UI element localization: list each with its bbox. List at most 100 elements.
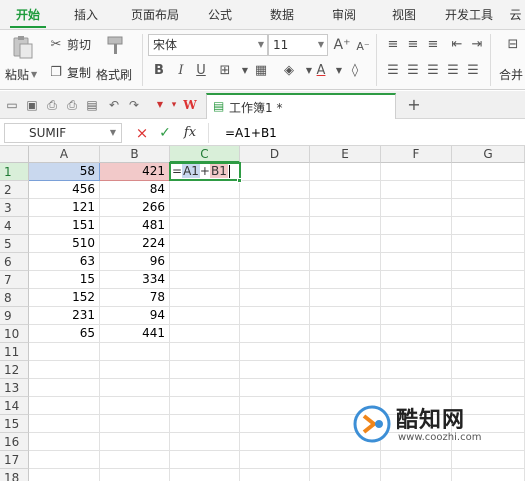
font-size-select[interactable]: 11 ▼	[268, 34, 328, 56]
row-header[interactable]: 11	[0, 343, 29, 361]
table-cell[interactable]	[310, 361, 381, 379]
column-header[interactable]: E	[310, 146, 381, 163]
column-header[interactable]: F	[381, 146, 452, 163]
row-header[interactable]: 16	[0, 433, 29, 451]
table-cell[interactable]	[452, 325, 525, 343]
row-header[interactable]: 3	[0, 199, 29, 217]
table-cell[interactable]	[452, 307, 525, 325]
table-cell[interactable]	[240, 217, 310, 235]
font-color-icon[interactable]: A	[312, 62, 330, 80]
distributed-icon[interactable]: ☰	[464, 62, 482, 80]
borders-icon[interactable]: ⊞	[216, 62, 234, 80]
table-cell[interactable]	[240, 433, 310, 451]
table-cell[interactable]	[170, 325, 240, 343]
table-cell[interactable]: 421	[100, 163, 170, 181]
fill-color-icon[interactable]: ◈	[280, 62, 298, 80]
table-cell[interactable]	[240, 469, 310, 481]
name-box[interactable]: SUMIF ▼	[4, 123, 122, 143]
table-cell[interactable]	[240, 325, 310, 343]
table-cell[interactable]	[381, 163, 452, 181]
table-cell[interactable]	[170, 199, 240, 217]
chevron-down-icon[interactable]: ▾	[166, 97, 182, 113]
row-header[interactable]: 12	[0, 361, 29, 379]
table-cell[interactable]	[240, 379, 310, 397]
tab-insert[interactable]: 插入	[64, 0, 108, 30]
table-cell[interactable]	[310, 163, 381, 181]
table-cell[interactable]	[170, 397, 240, 415]
table-cell[interactable]	[310, 271, 381, 289]
align-left-icon[interactable]: ☰	[384, 62, 402, 80]
italic-button[interactable]: I	[172, 62, 190, 80]
align-top-icon[interactable]: ≡	[384, 36, 402, 54]
table-cell[interactable]	[240, 289, 310, 307]
table-cell[interactable]	[381, 307, 452, 325]
table-cell[interactable]	[452, 181, 525, 199]
decrease-font-icon[interactable]: A⁻	[354, 38, 372, 56]
table-cell[interactable]: 481	[100, 217, 170, 235]
table-cell[interactable]	[310, 379, 381, 397]
table-cell[interactable]	[381, 343, 452, 361]
row-header[interactable]: 8	[0, 289, 29, 307]
table-cell[interactable]	[452, 469, 525, 481]
table-cell[interactable]	[240, 415, 310, 433]
table-cell[interactable]	[29, 415, 100, 433]
font-name-select[interactable]: 宋体 ▼	[148, 34, 268, 56]
table-cell[interactable]: 456	[29, 181, 100, 199]
table-cell[interactable]: 266	[100, 199, 170, 217]
tab-review[interactable]: 审阅	[322, 0, 366, 30]
table-cell[interactable]: 96	[100, 253, 170, 271]
table-cell[interactable]: 63	[29, 253, 100, 271]
table-cell[interactable]	[452, 343, 525, 361]
table-cell[interactable]	[452, 289, 525, 307]
row-header[interactable]: 5	[0, 235, 29, 253]
table-cell[interactable]	[381, 235, 452, 253]
table-cell[interactable]: 152	[29, 289, 100, 307]
table-cell[interactable]	[381, 451, 452, 469]
increase-font-icon[interactable]: A⁺	[333, 36, 351, 54]
cancel-icon[interactable]: ×	[134, 123, 150, 143]
table-cell[interactable]	[381, 199, 452, 217]
column-header[interactable]: B	[100, 146, 170, 163]
clear-format-icon[interactable]: ◊	[346, 62, 364, 80]
table-cell[interactable]	[310, 469, 381, 481]
export-pdf-icon[interactable]: ⎙	[44, 97, 60, 113]
table-cell[interactable]: 441	[100, 325, 170, 343]
redo-icon[interactable]: ↷	[126, 97, 142, 113]
row-header[interactable]: 1	[0, 163, 29, 181]
table-cell[interactable]	[310, 307, 381, 325]
table-cell[interactable]	[170, 307, 240, 325]
table-cell[interactable]: 15	[29, 271, 100, 289]
align-bottom-icon[interactable]: ≡	[424, 36, 442, 54]
table-cell[interactable]	[240, 271, 310, 289]
merge-cells-icon[interactable]: ▦	[252, 62, 270, 80]
select-all-corner[interactable]	[0, 146, 29, 163]
row-header[interactable]: 17	[0, 451, 29, 469]
table-cell[interactable]	[240, 343, 310, 361]
increase-indent-icon[interactable]: ⇥	[468, 36, 486, 54]
insert-function-icon[interactable]: fx	[180, 123, 200, 143]
table-cell[interactable]	[170, 253, 240, 271]
print-preview-icon[interactable]: ▤	[84, 97, 100, 113]
table-cell[interactable]	[452, 163, 525, 181]
table-cell[interactable]	[452, 271, 525, 289]
table-cell[interactable]: 78	[100, 289, 170, 307]
table-cell[interactable]	[240, 307, 310, 325]
row-header[interactable]: 13	[0, 379, 29, 397]
row-header[interactable]: 14	[0, 397, 29, 415]
active-cell-editor[interactable]: =A1+B1	[169, 162, 241, 181]
table-cell[interactable]: 65	[29, 325, 100, 343]
table-cell[interactable]	[170, 289, 240, 307]
table-cell[interactable]	[381, 253, 452, 271]
table-cell[interactable]	[381, 469, 452, 481]
table-cell[interactable]	[100, 343, 170, 361]
format-painter-button[interactable]: 格式刷	[96, 66, 132, 83]
table-cell[interactable]	[29, 397, 100, 415]
save-icon[interactable]: ▣	[24, 97, 40, 113]
align-center-icon[interactable]: ☰	[404, 62, 422, 80]
undo-icon[interactable]: ↶	[106, 97, 122, 113]
format-painter-icon[interactable]	[104, 34, 128, 58]
table-cell[interactable]	[452, 379, 525, 397]
table-cell[interactable]	[381, 271, 452, 289]
table-cell[interactable]	[240, 199, 310, 217]
table-cell[interactable]: 334	[100, 271, 170, 289]
